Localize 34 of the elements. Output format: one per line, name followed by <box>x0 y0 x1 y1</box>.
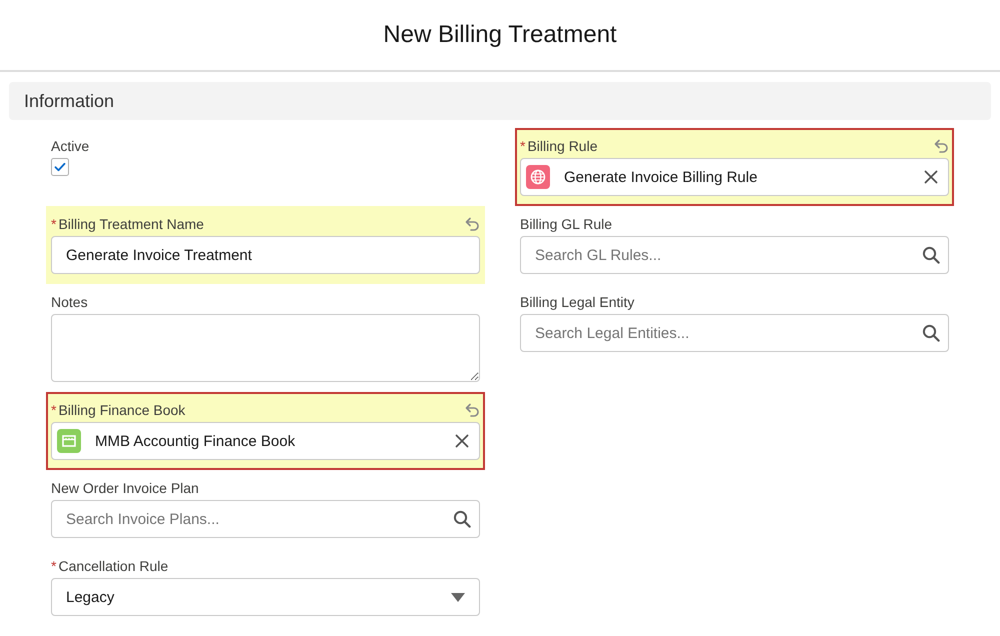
section-title: Information <box>24 90 114 112</box>
modal-title: New Billing Treatment <box>383 21 617 49</box>
search-icon <box>453 510 471 528</box>
undo-icon[interactable] <box>464 216 480 232</box>
select-dropdown[interactable]: Legacy <box>51 578 480 616</box>
search-icon <box>922 324 940 342</box>
field-label: *Billing Rule <box>520 138 598 154</box>
field-label: *Cancellation Rule <box>51 558 168 574</box>
text-input[interactable]: Generate Invoice Treatment <box>51 236 480 274</box>
undo-icon[interactable] <box>464 402 480 418</box>
field-label: Billing Legal Entity <box>520 294 634 310</box>
close-icon[interactable] <box>455 434 469 448</box>
checkbox[interactable] <box>51 158 69 176</box>
search-field[interactable]: Search Legal Entities... <box>520 314 949 352</box>
field-label: *Billing Finance Book <box>51 402 186 418</box>
field-label: *Billing Treatment Name <box>51 216 204 232</box>
selected-value: MMB Accountig Finance Book <box>95 432 296 450</box>
undo-icon[interactable] <box>933 138 949 154</box>
search-field[interactable]: Search Invoice Plans... <box>51 500 480 538</box>
field-label: Billing GL Rule <box>520 216 612 232</box>
caret-down-icon <box>451 592 465 602</box>
section-header[interactable]: Information <box>9 82 991 120</box>
lookup-field[interactable]: MMB Accountig Finance Book <box>51 422 480 460</box>
field-label: New Order Invoice Plan <box>51 480 199 496</box>
lookup-field[interactable]: Generate Invoice Billing Rule <box>520 158 949 196</box>
frame-icon <box>57 429 81 453</box>
search-icon <box>922 246 940 264</box>
close-icon[interactable] <box>924 170 938 184</box>
selected-value: Generate Invoice Billing Rule <box>564 168 758 186</box>
globe-icon <box>526 165 550 189</box>
search-field[interactable]: Search GL Rules... <box>520 236 949 274</box>
field-label: Notes <box>51 294 88 310</box>
notes-textarea[interactable] <box>51 314 480 382</box>
field-label: Active <box>51 138 90 154</box>
